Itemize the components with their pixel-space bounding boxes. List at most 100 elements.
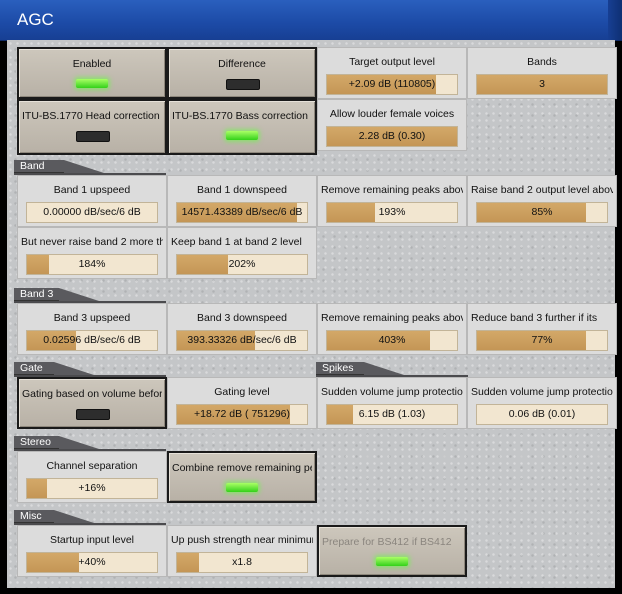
female-voices-label: Allow louder female voices <box>329 108 455 120</box>
band3-remove-peaks-value: 403% <box>378 334 406 346</box>
jump-protect-1-value: 6.15 dB (1.03) <box>358 408 426 420</box>
spikes-section-header: Spikes <box>316 362 404 375</box>
title-bar: AGC <box>0 0 622 41</box>
channel-separation-value: +16% <box>78 482 106 494</box>
female-voices-bar[interactable]: 2.28 dB (0.30) <box>326 126 458 147</box>
target-output-level-control[interactable]: Target output level +2.09 dB (110805) <box>317 47 467 99</box>
itu-bass-correction-label: ITU-BS.1770 Bass correction <box>172 110 308 122</box>
itu-head-correction-label: ITU-BS.1770 Head correction <box>22 110 160 122</box>
combine-remove-led-indicator <box>226 483 258 492</box>
band12-remove-peaks-value: 193% <box>378 206 406 218</box>
band3-upspeed-label: Band 3 upspeed <box>53 312 131 324</box>
band3-upspeed-bar[interactable]: 0.02596 dB/sec/6 dB <box>26 330 158 351</box>
misc-tab-wedge <box>54 510 94 523</box>
jump-protect-1-label: Sudden volume jump protection <box>321 386 463 398</box>
gating-level-control[interactable]: Gating level +18.72 dB ( 751296) <box>167 377 317 429</box>
band12-remove-peaks-bar[interactable]: 193% <box>326 202 458 223</box>
gating-level-bar[interactable]: +18.72 dB ( 751296) <box>176 404 308 425</box>
never-raise-band2-label: But never raise band 2 more than <box>21 236 163 248</box>
gate-section-header: Gate <box>14 362 94 375</box>
band1-upspeed-value: 0.00000 dB/sec/6 dB <box>43 206 141 218</box>
itu-head-correction-toggle[interactable]: ITU-BS.1770 Head correction <box>17 99 167 155</box>
jump-protect-2-bar[interactable]: 0.06 dB (0.01) <box>476 404 608 425</box>
jump-protect-1-bar[interactable]: 6.15 dB (1.03) <box>326 404 458 425</box>
band3-remove-peaks-bar[interactable]: 403% <box>326 330 458 351</box>
female-voices-control[interactable]: Allow louder female voices 2.28 dB (0.30… <box>317 99 467 151</box>
band1-downspeed-control[interactable]: Band 1 downspeed 14571.43389 dB/sec/6 dB <box>167 175 317 227</box>
target-output-level-label: Target output level <box>349 56 435 68</box>
prepare-bs412-led-indicator <box>376 557 408 566</box>
band12-remove-peaks-label: Remove remaining peaks above <box>321 184 463 196</box>
band3-downspeed-bar[interactable]: 393.33326 dB/sec/6 dB <box>176 330 308 351</box>
startup-input-level-bar[interactable]: +40% <box>26 552 158 573</box>
gate-section-title: Gate <box>20 362 43 374</box>
enabled-toggle[interactable]: Enabled <box>17 47 167 99</box>
up-push-strength-bar[interactable]: x1.8 <box>176 552 308 573</box>
jump-protect-1-control[interactable]: Sudden volume jump protection 6.15 dB (1… <box>317 377 467 429</box>
spikes-section-title: Spikes <box>322 362 354 374</box>
jump-protect-2-control[interactable]: Sudden volume jump protection 0.06 dB (0… <box>467 377 617 429</box>
band12-tab-wedge <box>64 160 104 173</box>
raise-band2-control[interactable]: Raise band 2 output level above 85% <box>467 175 617 227</box>
bands-value: 3 <box>539 78 545 90</box>
combine-remove-label: Combine remove remaining peaks <box>172 462 312 474</box>
agc-panel: Enabled Difference Target output level +… <box>7 40 617 588</box>
raise-band2-label: Raise band 2 output level above <box>471 184 613 196</box>
difference-label: Difference <box>218 58 266 70</box>
band3-remove-peaks-control[interactable]: Remove remaining peaks above 403% <box>317 303 467 355</box>
band3-downspeed-control[interactable]: Band 3 downspeed 393.33326 dB/sec/6 dB <box>167 303 317 355</box>
channel-separation-control[interactable]: Channel separation +16% <box>17 451 167 503</box>
female-voices-value: 2.28 dB (0.30) <box>358 130 426 142</box>
band3-upspeed-value: 0.02596 dB/sec/6 dB <box>43 334 141 346</box>
misc-section-header: Misc <box>14 510 94 523</box>
startup-input-level-control[interactable]: Startup input level +40% <box>17 525 167 577</box>
never-raise-band2-value: 184% <box>78 258 106 270</box>
raise-band2-bar[interactable]: 85% <box>476 202 608 223</box>
channel-separation-bar[interactable]: +16% <box>26 478 158 499</box>
band3-downspeed-value: 393.33326 dB/sec/6 dB <box>187 334 297 346</box>
gating-based-toggle[interactable]: Gating based on volume before <box>17 377 167 429</box>
difference-toggle[interactable]: Difference <box>167 47 317 99</box>
itu-bass-correction-toggle[interactable]: ITU-BS.1770 Bass correction <box>167 99 317 155</box>
gating-level-label: Gating level <box>214 386 270 398</box>
gate-tab-wedge <box>54 362 94 375</box>
enabled-label: Enabled <box>72 58 112 70</box>
keep-band1-label: Keep band 1 at band 2 level <box>171 236 302 248</box>
keep-band1-value: 202% <box>228 258 256 270</box>
keep-band1-bar[interactable]: 202% <box>176 254 308 275</box>
reduce-band3-control[interactable]: Reduce band 3 further if its 77% <box>467 303 617 355</box>
band3-downspeed-label: Band 3 downspeed <box>197 312 287 324</box>
stereo-section-header: Stereo <box>14 436 99 449</box>
target-output-level-bar[interactable]: +2.09 dB (110805) <box>326 74 458 95</box>
band1-upspeed-label: Band 1 upspeed <box>53 184 131 196</box>
bands-bar[interactable]: 3 <box>476 74 608 95</box>
raise-band2-value: 85% <box>531 206 553 218</box>
band3-upspeed-control[interactable]: Band 3 upspeed 0.02596 dB/sec/6 dB <box>17 303 167 355</box>
prepare-bs412-toggle[interactable]: Prepare for BS412 if BS412 <box>317 525 467 577</box>
stereo-section-title: Stereo <box>20 436 51 448</box>
combine-remove-toggle[interactable]: Combine remove remaining peaks <box>167 451 317 503</box>
itu-bass-correction-led-indicator <box>226 131 258 140</box>
up-push-strength-control[interactable]: Up push strength near minimum x1.8 <box>167 525 317 577</box>
band12-remove-peaks-control[interactable]: Remove remaining peaks above 193% <box>317 175 467 227</box>
never-raise-band2-control[interactable]: But never raise band 2 more than 184% <box>17 227 167 279</box>
enabled-led-indicator <box>76 79 108 88</box>
difference-led-indicator <box>226 79 260 90</box>
prepare-bs412-label: Prepare for BS412 if BS412 <box>322 536 452 548</box>
band1-downspeed-bar[interactable]: 14571.43389 dB/sec/6 dB <box>176 202 308 223</box>
band3-section-header: Band 3 <box>14 288 99 301</box>
reduce-band3-bar[interactable]: 77% <box>476 330 608 351</box>
stereo-tab-wedge <box>59 436 99 449</box>
bands-label: Bands <box>527 56 557 68</box>
reduce-band3-label: Reduce band 3 further if its <box>471 312 598 324</box>
band1-upspeed-control[interactable]: Band 1 upspeed 0.00000 dB/sec/6 dB <box>17 175 167 227</box>
band3-tab-wedge <box>59 288 99 301</box>
misc-section-title: Misc <box>20 510 42 522</box>
never-raise-band2-bar[interactable]: 184% <box>26 254 158 275</box>
bands-control[interactable]: Bands 3 <box>467 47 617 99</box>
up-push-strength-value: x1.8 <box>232 556 252 568</box>
keep-band1-control[interactable]: Keep band 1 at band 2 level 202% <box>167 227 317 279</box>
title-bar-edge <box>608 0 622 40</box>
band1-upspeed-bar[interactable]: 0.00000 dB/sec/6 dB <box>26 202 158 223</box>
band12-section-header: Band 1+2 <box>14 160 104 185</box>
